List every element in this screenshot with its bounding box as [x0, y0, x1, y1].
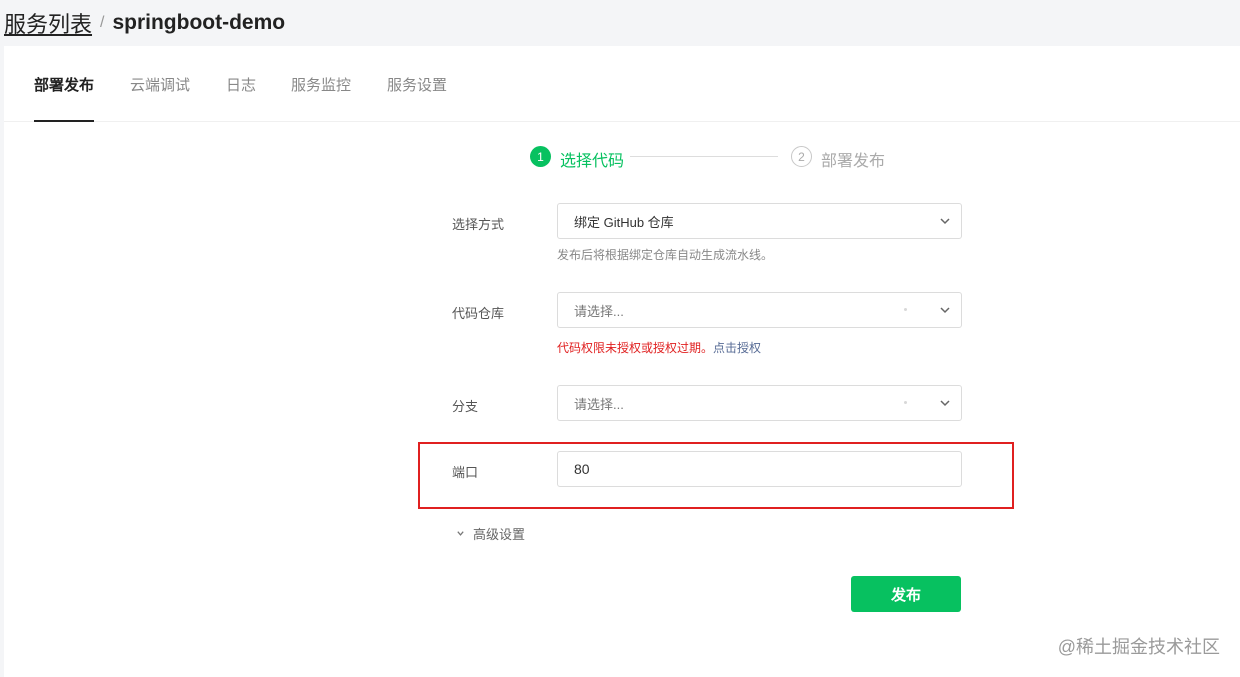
advanced-settings-toggle[interactable]: 高级设置 [456, 524, 525, 543]
method-hint: 发布后将根据绑定仓库自动生成流水线。 [557, 248, 774, 262]
repo-error-text: 代码权限未授权或授权过期。 [557, 341, 714, 355]
chevron-down-icon [940, 400, 950, 407]
port-label: 端口 [452, 465, 479, 480]
repo-select[interactable]: 请选择... [557, 292, 962, 328]
repo-label: 代码仓库 [452, 306, 505, 321]
breadcrumb-separator: / [100, 14, 105, 31]
tab-cloud-debug[interactable]: 云端调试 [130, 74, 190, 122]
breadcrumb: 服务列表 / springboot-demo [0, 0, 1240, 46]
watermark: @稀土掘金技术社区 [1057, 637, 1220, 657]
main-card: 部署发布 云端调试 日志 服务监控 服务设置 1 选择代码 2 部署发布 选择方… [4, 46, 1240, 677]
tab-service-settings[interactable]: 服务设置 [387, 74, 447, 122]
chevron-down-icon [940, 218, 950, 225]
page-title: springboot-demo [112, 11, 286, 34]
repo-error: 代码权限未授权或授权过期。点击授权 [557, 339, 761, 356]
step-1-number: 1 [530, 146, 551, 167]
publish-button[interactable]: 发布 [851, 576, 961, 612]
port-input-value: 80 [574, 461, 590, 477]
step-connector [630, 156, 778, 157]
branch-label: 分支 [452, 399, 479, 414]
breadcrumb-service-list-link[interactable]: 服务列表 [4, 7, 92, 39]
method-select[interactable]: 绑定 GitHub 仓库 [557, 203, 962, 239]
advanced-settings-label: 高级设置 [473, 527, 526, 542]
chevron-down-icon [940, 307, 950, 314]
tab-bar: 部署发布 云端调试 日志 服务监控 服务设置 [4, 46, 1240, 122]
authorize-link[interactable]: 点击授权 [713, 341, 761, 355]
branch-select-placeholder: 请选择... [574, 396, 624, 412]
stepper: 1 选择代码 2 部署发布 [530, 146, 890, 170]
tab-deploy-publish[interactable]: 部署发布 [34, 74, 95, 122]
method-label: 选择方式 [452, 217, 505, 232]
method-select-value: 绑定 GitHub 仓库 [574, 214, 674, 230]
step-2-number: 2 [791, 146, 812, 167]
repo-select-placeholder: 请选择... [574, 303, 624, 319]
step-2-label: 部署发布 [821, 153, 886, 170]
branch-select[interactable]: 请选择... [557, 385, 962, 421]
clear-dot-icon [904, 308, 907, 311]
chevron-down-icon [457, 531, 464, 536]
clear-dot-icon [904, 401, 907, 404]
tab-service-monitor[interactable]: 服务监控 [291, 74, 351, 122]
step-1-label: 选择代码 [560, 153, 625, 170]
port-input[interactable]: 80 [557, 451, 962, 487]
tab-logs[interactable]: 日志 [226, 74, 256, 122]
